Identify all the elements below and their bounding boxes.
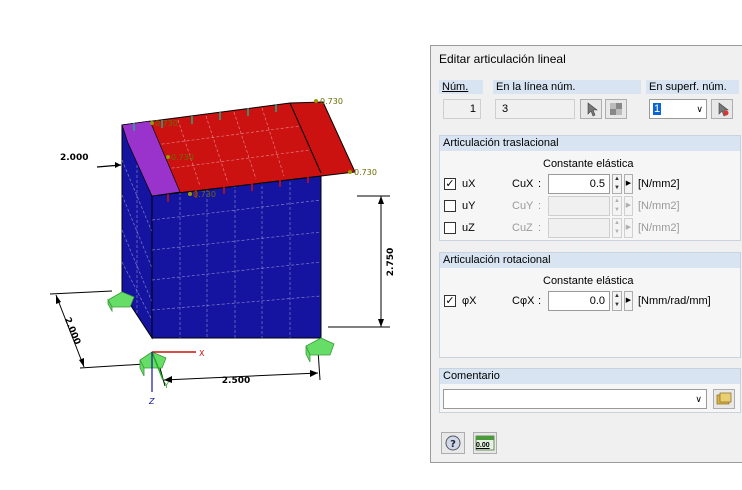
value-label-5: 0.730: [193, 190, 216, 199]
comment-header: Comentario: [440, 369, 740, 384]
uz-label: uZ: [462, 222, 475, 234]
colon: :: [538, 295, 542, 307]
comment-panel: Comentario ∨: [439, 368, 741, 413]
cux-spinner[interactable]: ▲ ▼: [612, 174, 622, 194]
chevron-down-icon: ∨: [695, 394, 702, 404]
line-header: En la línea núm.: [493, 80, 641, 94]
zero-values-label: 0.00: [476, 442, 490, 449]
num-field: 1: [443, 99, 481, 119]
cuy-menu-button: ▶: [624, 196, 633, 216]
chevron-down-icon: ∨: [696, 104, 703, 114]
phix-label: φX: [462, 295, 477, 307]
uz-checkbox[interactable]: [444, 222, 456, 234]
num-label: Núm.: [442, 81, 469, 93]
cux-unit: [N/mm2]: [638, 178, 680, 190]
select-lines-button[interactable]: [605, 99, 627, 119]
width-dim-label: 2.500: [222, 376, 250, 386]
rot-constant-label: Constante elástica: [543, 275, 634, 287]
surface-label: En superf. núm.: [649, 81, 727, 93]
colon: :: [538, 222, 542, 234]
surface-number-select[interactable]: 1 ∨: [649, 99, 707, 119]
edit-line-hinge-dialog: Editar articulación lineal Núm. En la lí…: [430, 45, 742, 463]
y-axis-label: Y: [163, 381, 169, 390]
cuy-input: [548, 196, 610, 216]
line-label: En la línea núm.: [496, 81, 576, 93]
left-dim-label: 2.000: [60, 153, 88, 163]
cuy-spinner: ▲ ▼: [612, 196, 622, 216]
height-dimension: [328, 195, 390, 328]
num-header: Núm.: [439, 80, 483, 94]
cuz-input: [548, 218, 610, 238]
cphix-unit: [Nmm/rad/mm]: [638, 295, 711, 307]
cux-menu-button[interactable]: ▶: [624, 174, 633, 194]
comment-label: Comentario: [443, 370, 500, 382]
translational-hinge-panel: Articulación traslacional Constante elás…: [439, 135, 741, 241]
uy-label: uY: [462, 200, 476, 212]
translational-header: Articulación traslacional: [440, 136, 740, 151]
ux-label: uX: [462, 178, 476, 190]
pick-surface-button[interactable]: [711, 99, 733, 119]
cux-label: CuX: [512, 178, 534, 190]
x-axis-label: X: [199, 349, 205, 358]
trans-constant-label: Constante elástica: [543, 158, 634, 170]
comment-library-button[interactable]: [713, 389, 735, 409]
help-icon: ?: [445, 435, 461, 451]
folder-stack-icon: [716, 392, 732, 405]
cuy-label: CuY: [512, 200, 534, 212]
model-drawing: 0.730 0.730 0.730 0.730 0.730 2.000 2.75…: [49, 97, 396, 406]
cuz-menu-button: ▶: [624, 218, 633, 238]
cursor-pick-icon: [718, 102, 729, 117]
uy-checkbox[interactable]: [444, 200, 456, 212]
surface-number-value: 1: [653, 103, 662, 115]
set-zero-button[interactable]: 0.00: [473, 432, 497, 454]
svg-text:?: ?: [450, 439, 456, 450]
cuz-label: CuZ: [512, 222, 533, 234]
rotational-header: Articulación rotacional: [440, 253, 740, 268]
translational-header-label: Articulación traslacional: [443, 137, 559, 149]
pick-line-button[interactable]: [580, 99, 602, 119]
support-right: [305, 337, 335, 363]
height-dim-label: 2.750: [386, 248, 396, 276]
value-label-2: 0.730: [155, 119, 178, 128]
cuz-unit: [N/mm2]: [638, 222, 680, 234]
depth-dim-label: 2.000: [62, 316, 82, 346]
cux-input[interactable]: 0.5: [548, 174, 610, 194]
cphix-label: CφX: [512, 295, 535, 307]
comment-input[interactable]: ∨: [443, 389, 707, 409]
value-label-1: 0.730: [320, 97, 343, 106]
rotational-header-label: Articulación rotacional: [443, 254, 551, 266]
grid-select-icon: [610, 103, 622, 115]
colon: :: [538, 178, 542, 190]
help-button[interactable]: ?: [441, 432, 465, 454]
cuy-unit: [N/mm2]: [638, 200, 680, 212]
rotational-hinge-panel: Articulación rotacional Constante elásti…: [439, 252, 741, 358]
cursor-pick-icon: [587, 102, 598, 117]
model-viewport[interactable]: 0.730 0.730 0.730 0.730 0.730 2.000 2.75…: [0, 0, 430, 490]
front-wall: [151, 172, 322, 339]
line-number-field[interactable]: 3: [495, 99, 575, 119]
surface-header: En superf. núm.: [646, 80, 739, 94]
z-axis-label: Z: [148, 397, 155, 406]
colon: :: [538, 200, 542, 212]
phix-checkbox[interactable]: ✓: [444, 295, 456, 307]
value-label-4: 0.730: [354, 168, 377, 177]
value-label-3: 0.730: [171, 153, 194, 162]
cphix-input[interactable]: 0.0: [548, 291, 610, 311]
ux-checkbox[interactable]: ✓: [444, 178, 456, 190]
cuz-spinner: ▲ ▼: [612, 218, 622, 238]
dialog-title: Editar articulación lineal: [439, 52, 566, 66]
cphix-spinner[interactable]: ▲ ▼: [612, 291, 622, 311]
cphix-menu-button[interactable]: ▶: [624, 291, 633, 311]
